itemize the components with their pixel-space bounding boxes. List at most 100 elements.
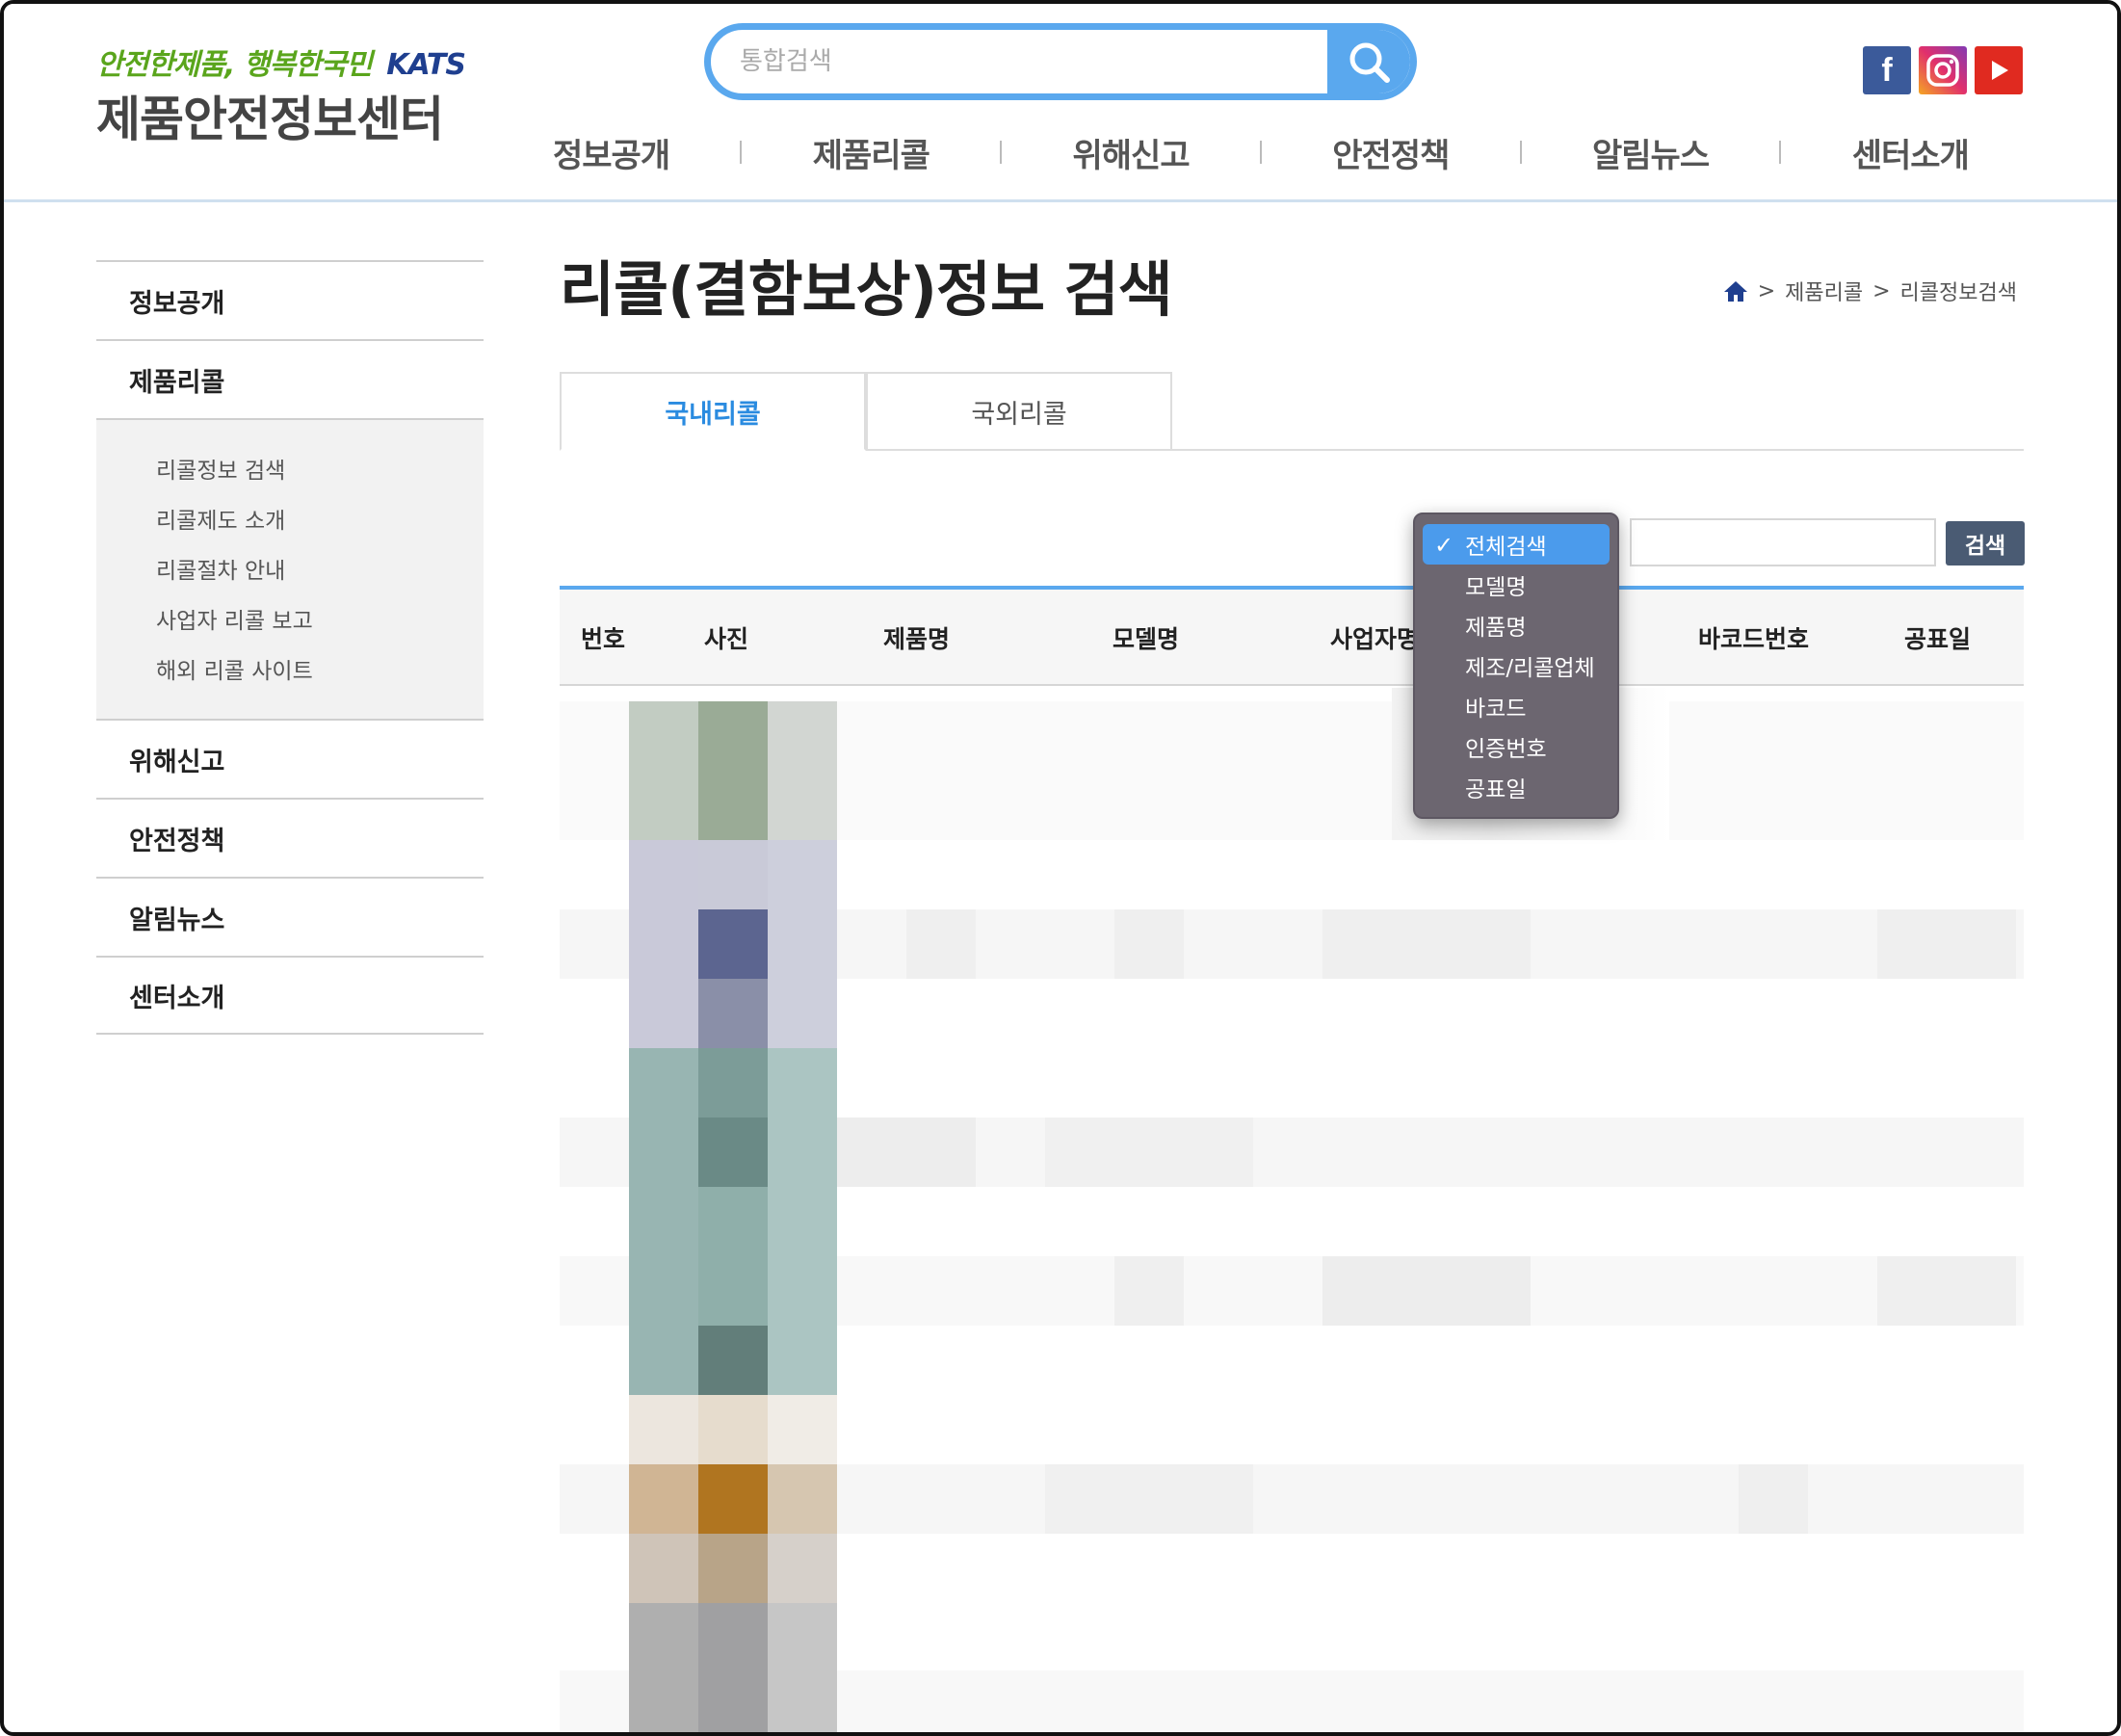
global-nav: 정보공개 제품리콜 위해신고 안전정책 알림뉴스 센터소개	[553, 127, 1970, 177]
product-photo	[768, 1464, 837, 1534]
product-photo	[698, 840, 768, 909]
product-photo[interactable]	[629, 1048, 698, 1395]
product-photo[interactable]	[698, 701, 768, 840]
sidebar-item-label: 센터소개	[129, 983, 225, 1013]
table-cell	[1322, 909, 1531, 979]
sidebar-item-label: 제품리콜	[129, 367, 225, 398]
col-barcode: 바코드번호	[1698, 625, 1810, 653]
search-type-dropdown[interactable]: ✓ 전체검색 모델명 제품명 제조/리콜업체 바코드 인증번호 공표일	[1413, 513, 1619, 819]
col-model-name: 모델명	[1113, 625, 1180, 653]
nav-news[interactable]: 알림뉴스	[1592, 129, 1710, 176]
nav-divider	[1259, 141, 1262, 164]
tab-overseas-recall[interactable]: 국외리콜	[866, 372, 1172, 451]
submenu-business-report[interactable]: 사업자 리콜 보고	[156, 593, 484, 644]
nav-divider	[1000, 141, 1003, 164]
product-photo[interactable]	[768, 701, 837, 840]
breadcrumb-recall-search[interactable]: 리콜정보검색	[1900, 276, 2017, 306]
checkmark-icon: ✓	[1434, 532, 1454, 559]
table-cell	[1322, 1256, 1531, 1326]
product-photo	[698, 1187, 768, 1326]
sidebar: 정보공개 제품리콜 리콜정보 검색 리콜제도 소개 리콜절차 안내 사업자 리콜…	[96, 260, 484, 1035]
nav-policy[interactable]: 안전정책	[1332, 129, 1450, 176]
product-photo	[768, 1395, 837, 1464]
search-submit-button[interactable]: 검색	[1946, 521, 2025, 566]
youtube-icon	[1992, 61, 2008, 80]
submenu-overseas-sites[interactable]: 해외 리콜 사이트	[156, 644, 484, 694]
table-cell	[1877, 909, 2016, 979]
col-company-name: 사업자명	[1330, 625, 1420, 653]
table-cell	[1877, 1256, 2016, 1326]
option-model[interactable]: 모델명	[1423, 565, 1610, 605]
browser-frame: 안전한제품, 행복한국민 KATS 제품안전정보센터 f	[0, 0, 2121, 1736]
tab-domestic-recall[interactable]: 국내리콜	[560, 372, 866, 451]
facebook-button[interactable]: f	[1863, 46, 1911, 94]
page-title: 리콜(결함보상)정보 검색	[560, 254, 1173, 325]
col-photo: 사진	[704, 625, 749, 653]
breadcrumb-sep: >	[1757, 278, 1776, 303]
product-photo	[698, 909, 768, 979]
nav-report[interactable]: 위해신고	[1073, 129, 1191, 176]
instagram-button[interactable]	[1919, 46, 1967, 94]
product-photo	[768, 1603, 837, 1732]
site-title[interactable]: 제품안전정보센터	[96, 81, 444, 150]
results-table-body	[560, 688, 2024, 1732]
submenu-recall-system[interactable]: 리콜제도 소개	[156, 493, 484, 543]
logo-slogan[interactable]: 안전한제품, 행복한국민 KATS	[96, 40, 466, 83]
nav-divider	[1519, 141, 1522, 164]
option-manufacturer[interactable]: 제조/리콜업체	[1423, 645, 1610, 686]
col-number: 번호	[581, 625, 626, 653]
product-photo	[698, 1048, 768, 1118]
sidebar-item-news[interactable]: 알림뉴스	[96, 877, 484, 956]
sidebar-item-about[interactable]: 센터소개	[96, 956, 484, 1035]
site-header: 안전한제품, 행복한국민 KATS 제품안전정보센터 f	[4, 4, 2117, 202]
table-cell	[1114, 909, 1184, 979]
home-icon[interactable]	[1723, 279, 1748, 302]
nav-info[interactable]: 정보공개	[553, 129, 670, 176]
kats-logo: KATS	[386, 48, 466, 82]
sidebar-item-policy[interactable]: 안전정책	[96, 798, 484, 877]
product-photo	[768, 840, 837, 1048]
option-publish-date[interactable]: 공표일	[1423, 767, 1610, 807]
product-photo	[698, 979, 768, 1048]
sidebar-submenu: 리콜정보 검색 리콜제도 소개 리콜절차 안내 사업자 리콜 보고 해외 리콜 …	[96, 418, 484, 719]
col-publish-date: 공표일	[1904, 625, 1972, 653]
sidebar-item-label: 위해신고	[129, 747, 225, 777]
option-product[interactable]: 제품명	[1423, 605, 1610, 645]
sidebar-item-recall[interactable]: 제품리콜	[96, 339, 484, 418]
option-all[interactable]: ✓ 전체검색	[1423, 524, 1610, 565]
table-cell	[1739, 1464, 1808, 1534]
product-photo[interactable]	[629, 1603, 698, 1732]
product-photo[interactable]	[629, 1395, 698, 1464]
global-search	[704, 23, 1417, 100]
product-photo	[629, 1464, 698, 1534]
search-button[interactable]	[1327, 30, 1410, 93]
facebook-icon: f	[1881, 51, 1893, 89]
nav-about[interactable]: 센터소개	[1852, 129, 1970, 176]
option-cert-number[interactable]: 인증번호	[1423, 726, 1610, 767]
sidebar-item-label: 정보공개	[129, 288, 225, 319]
search-icon	[1349, 42, 1390, 83]
sidebar-item-label: 알림뉴스	[129, 905, 225, 935]
youtube-button[interactable]	[1975, 46, 2023, 94]
nav-recall[interactable]: 제품리콜	[813, 129, 930, 176]
table-cell	[1114, 1256, 1184, 1326]
product-photo	[698, 1603, 768, 1732]
product-photo[interactable]	[629, 840, 698, 1048]
sidebar-item-label: 안전정책	[129, 826, 225, 856]
submenu-recall-procedure[interactable]: 리콜절차 안내	[156, 543, 484, 593]
global-search-input[interactable]	[740, 30, 1308, 93]
breadcrumb-recall[interactable]: 제품리콜	[1785, 276, 1863, 306]
keyword-input[interactable]	[1630, 518, 1936, 566]
product-photo[interactable]	[629, 701, 698, 840]
sidebar-item-info[interactable]: 정보공개	[96, 260, 484, 339]
nav-divider	[1779, 141, 1782, 164]
product-photo	[698, 1118, 768, 1187]
table-cell	[1045, 1118, 1253, 1187]
option-barcode[interactable]: 바코드	[1423, 686, 1610, 726]
breadcrumb: > 제품리콜 > 리콜정보검색	[1723, 276, 2017, 306]
sidebar-item-report[interactable]: 위해신고	[96, 719, 484, 798]
submenu-recall-search[interactable]: 리콜정보 검색	[156, 443, 484, 493]
option-label: 전체검색	[1465, 535, 1547, 560]
table-cell	[1045, 1464, 1253, 1534]
nav-divider	[740, 141, 743, 164]
